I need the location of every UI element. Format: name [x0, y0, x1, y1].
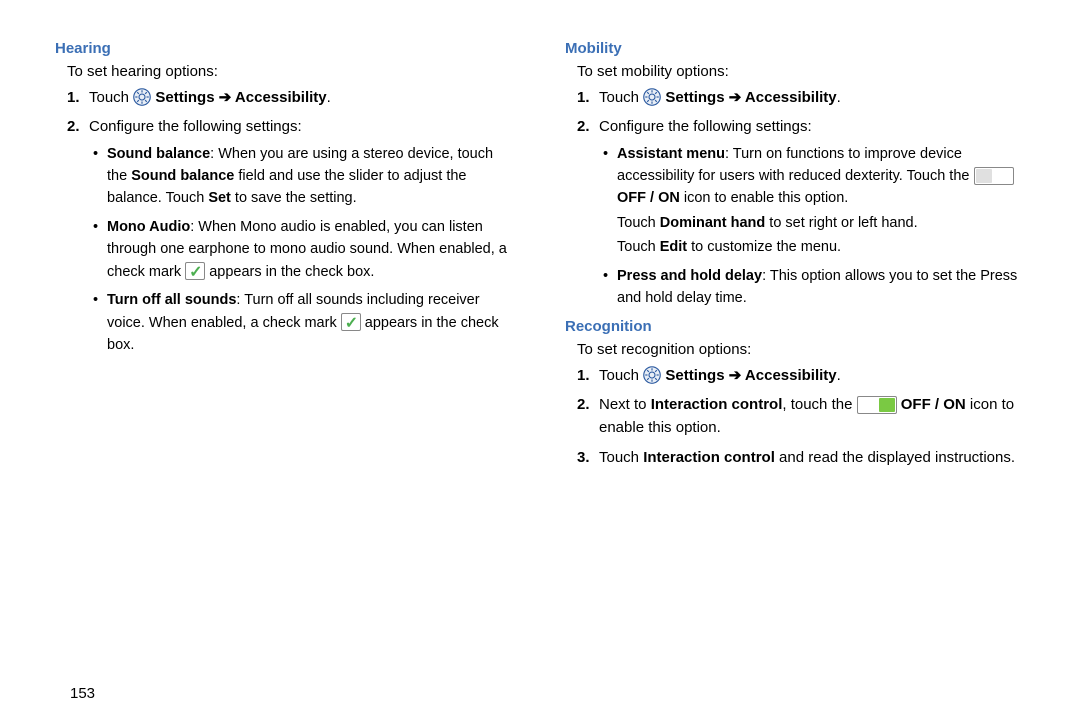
label: Turn off all sounds: [107, 292, 236, 308]
settings-label: Settings: [155, 89, 214, 106]
arrow-icon: ➔: [725, 89, 745, 106]
text: Touch: [599, 367, 643, 384]
text: Configure the following settings:: [89, 118, 302, 135]
accessibility-label: Accessibility: [745, 367, 837, 384]
recognition-step-3: Touch Interaction control and read the d…: [599, 446, 1025, 469]
mobility-step-1: Touch Settings ➔ Accessibility.: [599, 86, 1025, 109]
label: Set: [208, 190, 231, 206]
left-column: Hearing To set hearing options: Touch Se…: [55, 40, 515, 630]
label: Mono Audio: [107, 219, 190, 235]
text: to set right or left hand.: [765, 215, 917, 231]
text: .: [327, 89, 331, 106]
label: Interaction control: [651, 396, 783, 413]
label: Dominant hand: [660, 215, 766, 231]
bullet-press-hold-delay: Press and hold delay: This option allows…: [617, 265, 1025, 310]
recognition-step-1: Touch Settings ➔ Accessibility.: [599, 364, 1025, 387]
recognition-steps: Touch Settings ➔ Accessibility. Next to …: [577, 364, 1025, 469]
text: Next to: [599, 396, 651, 413]
accessibility-label: Accessibility: [235, 89, 327, 106]
settings-gear-icon: [133, 88, 151, 106]
mobility-bullets: Assistant menu: Turn on functions to imp…: [599, 143, 1025, 310]
text: .: [837, 367, 841, 384]
checkmark-icon: [185, 262, 205, 280]
hearing-step-2: Configure the following settings: Sound …: [89, 115, 515, 356]
label: Sound balance: [131, 168, 234, 184]
mobility-header: Mobility: [565, 40, 1025, 57]
text: and read the displayed instructions.: [775, 449, 1015, 466]
arrow-icon: ➔: [215, 89, 235, 106]
bullet-sound-balance: Sound balance: When you are using a ster…: [107, 143, 515, 210]
off-on-label: OFF / ON: [617, 190, 680, 206]
text: to customize the menu.: [687, 239, 841, 255]
text: Touch: [617, 239, 660, 255]
text: Touch: [599, 449, 643, 466]
recognition-header: Recognition: [565, 318, 1025, 335]
hearing-steps: Touch Settings ➔ Accessibility. Configur…: [67, 86, 515, 357]
hearing-bullets: Sound balance: When you are using a ster…: [89, 143, 515, 357]
text: , touch the: [782, 396, 856, 413]
page-number: 153: [70, 685, 95, 702]
settings-label: Settings: [665, 367, 724, 384]
settings-label: Settings: [665, 89, 724, 106]
label: Assistant menu: [617, 146, 725, 162]
settings-gear-icon: [643, 366, 661, 384]
text: Touch: [617, 215, 660, 231]
label: Sound balance: [107, 146, 210, 162]
text: Touch: [599, 89, 643, 106]
text: icon to enable this option.: [680, 190, 848, 206]
toggle-off-icon: [974, 167, 1014, 185]
subline-dominant-hand: Touch Dominant hand to set right or left…: [617, 212, 1025, 234]
text: appears in the check box.: [205, 264, 374, 280]
text: to save the setting.: [231, 190, 357, 206]
bullet-assistant-menu: Assistant menu: Turn on functions to imp…: [617, 143, 1025, 259]
off-on-label: OFF / ON: [897, 396, 966, 413]
settings-gear-icon: [643, 88, 661, 106]
mobility-intro: To set mobility options:: [577, 63, 1025, 80]
label: Press and hold delay: [617, 268, 762, 284]
hearing-intro: To set hearing options:: [67, 63, 515, 80]
recognition-intro: To set recognition options:: [577, 341, 1025, 358]
right-column: Mobility To set mobility options: Touch …: [565, 40, 1025, 630]
accessibility-label: Accessibility: [745, 89, 837, 106]
hearing-step-1: Touch Settings ➔ Accessibility.: [89, 86, 515, 109]
mobility-steps: Touch Settings ➔ Accessibility. Configur…: [577, 86, 1025, 310]
arrow-icon: ➔: [725, 367, 745, 384]
text: Touch: [89, 89, 133, 106]
recognition-step-2: Next to Interaction control, touch the O…: [599, 393, 1025, 440]
text: .: [837, 89, 841, 106]
bullet-mono-audio: Mono Audio: When Mono audio is enabled, …: [107, 216, 515, 283]
checkmark-icon: [341, 313, 361, 331]
label: Interaction control: [643, 449, 775, 466]
label: Edit: [660, 239, 687, 255]
text: Configure the following settings:: [599, 118, 812, 135]
hearing-header: Hearing: [55, 40, 515, 57]
toggle-on-icon: [857, 396, 897, 414]
mobility-step-2: Configure the following settings: Assist…: [599, 115, 1025, 310]
bullet-turn-off-sounds: Turn off all sounds: Turn off all sounds…: [107, 289, 515, 356]
subline-edit: Touch Edit to customize the menu.: [617, 236, 1025, 258]
